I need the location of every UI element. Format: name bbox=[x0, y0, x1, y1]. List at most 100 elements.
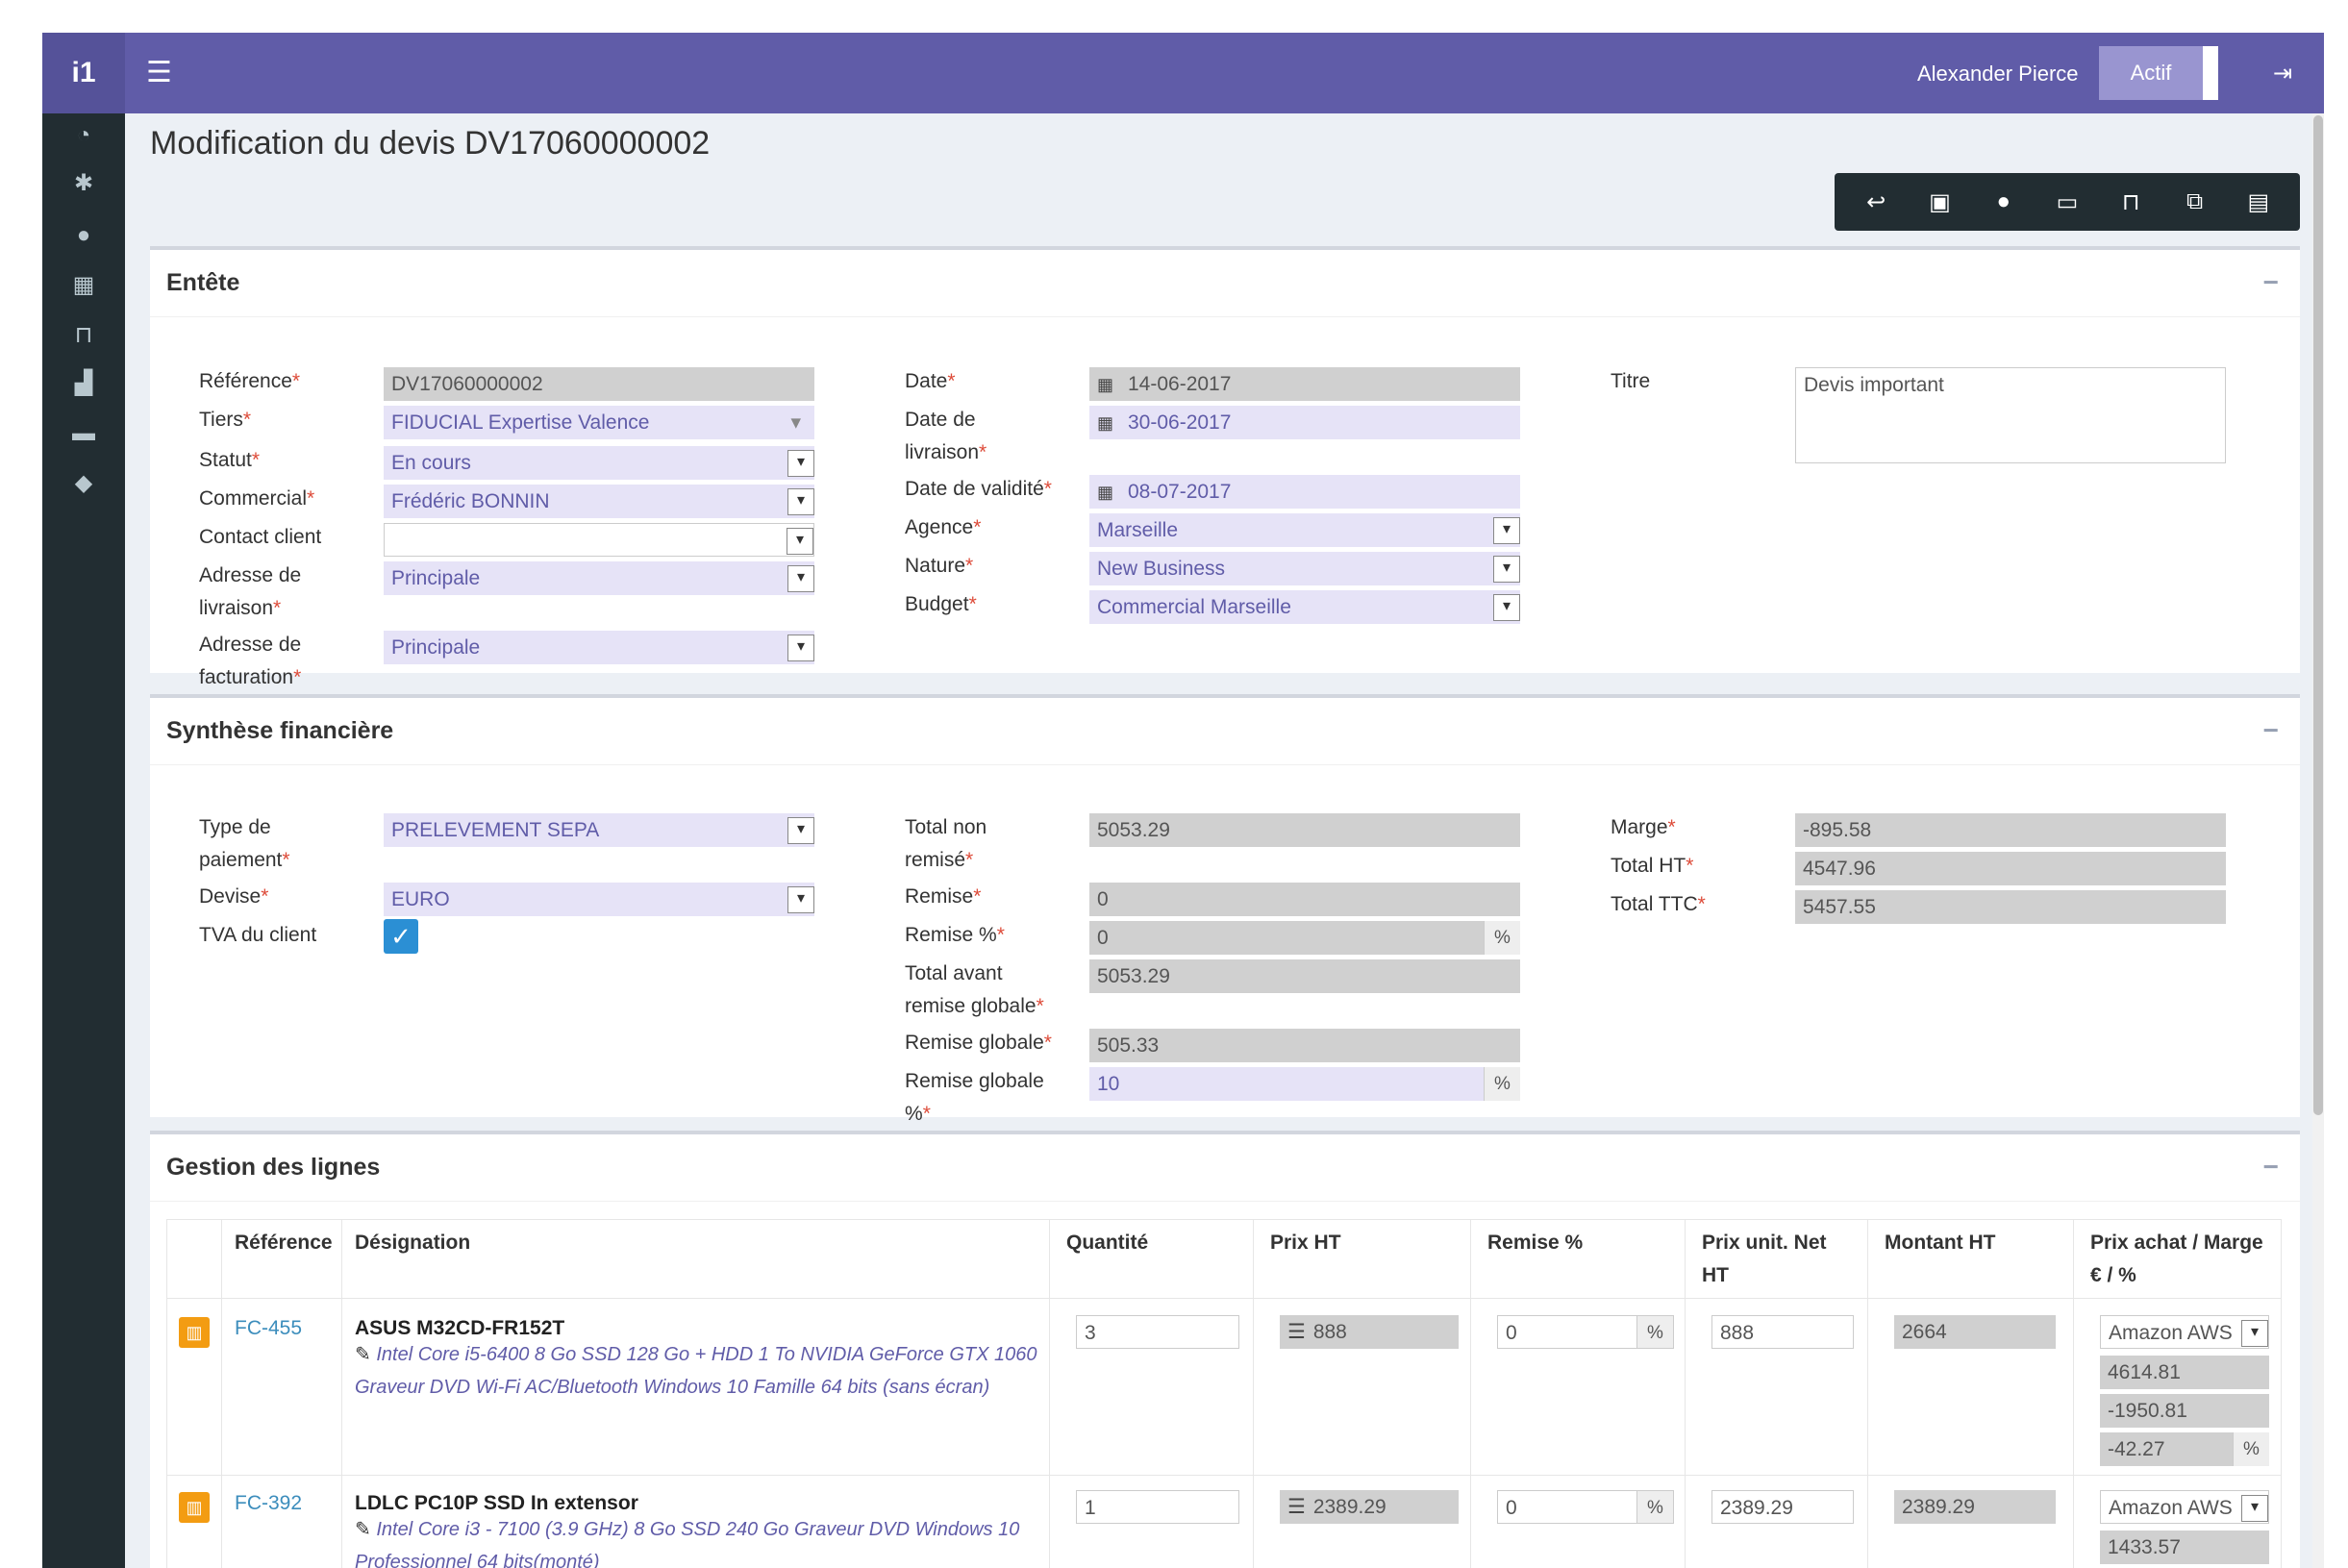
label-date-livraison: Date de livraison* bbox=[905, 409, 987, 463]
nature-select[interactable]: New Business bbox=[1089, 552, 1520, 585]
remise-input[interactable]: 0% bbox=[1497, 1490, 1674, 1524]
briefcase-icon[interactable]: ▣ bbox=[1920, 188, 1959, 216]
remise-input[interactable]: 0% bbox=[1497, 1315, 1674, 1349]
remise-field[interactable]: 0 bbox=[1089, 883, 1520, 916]
delete-row-icon[interactable]: ▥ bbox=[179, 1492, 210, 1523]
percent-addon: % bbox=[1636, 1491, 1673, 1523]
lignes-panel: Gestion des lignes − Référence Désignatio… bbox=[150, 1131, 2300, 1568]
total-ht-field[interactable]: 4547.96 bbox=[1795, 852, 2226, 885]
reference-field[interactable]: DV17060000002 bbox=[384, 367, 814, 401]
fournisseur-select[interactable]: Amazon AWS bbox=[2100, 1490, 2269, 1524]
label-remise-globale: Remise globale* bbox=[905, 1032, 1052, 1054]
prix-ht-field[interactable]: ☰ 2389.29 bbox=[1280, 1490, 1459, 1524]
row-description[interactable]: ✎ Intel Core i5-6400 8 Go SSD 128 Go + H… bbox=[355, 1338, 1037, 1404]
list-icon[interactable]: ☰ bbox=[1287, 1490, 1306, 1524]
label-contact: Contact client bbox=[199, 526, 322, 548]
comment-icon[interactable]: ● bbox=[1985, 188, 2023, 215]
date-validite-field[interactable]: ▦ 08-07-2017 bbox=[1089, 475, 1520, 509]
quantite-input[interactable]: 3 bbox=[1076, 1315, 1239, 1349]
user-icon[interactable]: ● bbox=[69, 221, 98, 250]
montant-field[interactable]: 2389.29 bbox=[1894, 1490, 2056, 1524]
prix-ht-field[interactable]: ☰ 888 bbox=[1280, 1315, 1459, 1349]
collapse-icon[interactable]: − bbox=[2263, 715, 2279, 746]
label-total-ttc: Total TTC* bbox=[1611, 893, 1706, 915]
adresse-facturation-select[interactable]: Principale bbox=[384, 631, 814, 664]
prix-net-input[interactable]: 888 bbox=[1711, 1315, 1854, 1349]
col-quantite[interactable]: Quantité bbox=[1066, 1227, 1148, 1259]
entete-title: Entête bbox=[166, 269, 240, 296]
logout-icon[interactable]: ⇥ bbox=[2273, 60, 2292, 87]
col-prix-ht[interactable]: Prix HT bbox=[1270, 1227, 1341, 1259]
user-name[interactable]: Alexander Pierce bbox=[1917, 62, 2079, 87]
marge-field[interactable]: -1950.81 bbox=[2100, 1394, 2269, 1428]
reply-icon[interactable]: ↩ bbox=[1857, 188, 1895, 216]
adresse-livraison-select[interactable]: Principale bbox=[384, 561, 814, 595]
tiers-select[interactable]: FIDUCIAL Expertise Valence ▾ bbox=[384, 406, 814, 439]
collapse-icon[interactable]: − bbox=[2263, 1152, 2279, 1182]
app-window: i1 ☰ Alexander Pierce Actif ⇥ ◔ ✱ ● ▦ ⊓ … bbox=[42, 33, 2324, 1568]
list-icon[interactable]: ☰ bbox=[1287, 1315, 1306, 1349]
calculator-icon[interactable]: ▦ bbox=[69, 271, 98, 300]
scrollbar-thumb[interactable] bbox=[2313, 115, 2323, 1115]
percent-addon: % bbox=[1636, 1316, 1673, 1348]
sidebar: ◔ ✱ ● ▦ ⊓ ▟ ▬ ◆ bbox=[42, 113, 125, 1568]
marge-pct-field[interactable]: -42.27% bbox=[2100, 1432, 2269, 1466]
edit-icon[interactable]: ✎ bbox=[355, 1344, 376, 1365]
prix-net-input[interactable]: 2389.29 bbox=[1711, 1490, 1854, 1524]
edit-icon[interactable]: ✎ bbox=[355, 1519, 376, 1540]
lignes-title: Gestion des lignes bbox=[166, 1154, 381, 1181]
titre-textarea[interactable]: Devis important bbox=[1795, 367, 2226, 463]
prix-achat-field[interactable]: 1433.57 bbox=[2100, 1531, 2269, 1564]
copy-icon[interactable]: ⧉ bbox=[2176, 188, 2214, 215]
remise-globale-pct-field[interactable]: 10% bbox=[1089, 1067, 1520, 1101]
entete-panel: Entête − Référence* DV17060000002 Tiers* … bbox=[150, 246, 2300, 688]
app-logo[interactable]: i1 bbox=[42, 33, 125, 113]
col-prix-net[interactable]: Prix unit. Net HT bbox=[1702, 1227, 1827, 1292]
tag-icon[interactable]: ◆ bbox=[69, 469, 98, 498]
col-achat-marge[interactable]: Prix achat / Marge € / % bbox=[2090, 1227, 2263, 1292]
col-designation[interactable]: Désignation bbox=[355, 1227, 470, 1259]
devise-select[interactable]: EURO bbox=[384, 883, 814, 916]
status-toggle-button[interactable]: Actif bbox=[2099, 46, 2218, 100]
row-reference-link[interactable]: FC-455 bbox=[235, 1317, 302, 1340]
money-icon[interactable]: ▭ bbox=[2048, 188, 2086, 216]
commercial-select[interactable]: Frédéric BONNIN bbox=[384, 485, 814, 518]
total-non-remise-field[interactable]: 5053.29 bbox=[1089, 813, 1520, 847]
budget-select[interactable]: Commercial Marseille bbox=[1089, 590, 1520, 624]
prix-achat-field[interactable]: 4614.81 bbox=[2100, 1356, 2269, 1389]
fournisseur-select[interactable]: Amazon AWS bbox=[2100, 1315, 2269, 1349]
cog-icon[interactable]: ✱ bbox=[69, 169, 98, 198]
date-field[interactable]: ▦ 14-06-2017 bbox=[1089, 367, 1520, 401]
delete-row-icon[interactable]: ▥ bbox=[179, 1317, 210, 1348]
marge-field[interactable]: -895.58 bbox=[1795, 813, 2226, 847]
briefcase-icon[interactable]: ▬ bbox=[69, 419, 98, 448]
col-reference[interactable]: Référence bbox=[235, 1227, 333, 1259]
type-paiement-select[interactable]: PRELEVEMENT SEPA bbox=[384, 813, 814, 847]
label-total-avant: Total avant remise globale* bbox=[905, 962, 1044, 1017]
statut-select[interactable]: En cours bbox=[384, 446, 814, 480]
row-reference-link[interactable]: FC-392 bbox=[235, 1492, 302, 1515]
save-icon[interactable]: ▤ bbox=[2239, 188, 2278, 216]
total-ttc-field[interactable]: 5457.55 bbox=[1795, 890, 2226, 924]
quantite-input[interactable]: 1 bbox=[1076, 1490, 1239, 1524]
remise-globale-field[interactable]: 505.33 bbox=[1089, 1029, 1520, 1062]
total-avant-field[interactable]: 5053.29 bbox=[1089, 959, 1520, 993]
label-remise: Remise* bbox=[905, 885, 982, 908]
calendar-icon: ▦ bbox=[1097, 375, 1114, 394]
menu-toggle-icon[interactable]: ☰ bbox=[146, 59, 172, 87]
col-montant[interactable]: Montant HT bbox=[1885, 1227, 1995, 1259]
contact-select[interactable] bbox=[384, 523, 814, 557]
agence-select[interactable]: Marseille bbox=[1089, 513, 1520, 547]
collapse-icon[interactable]: − bbox=[2263, 267, 2279, 298]
cart-icon[interactable]: ⊓ bbox=[69, 321, 98, 350]
row-product-name: ASUS M32CD-FR152T bbox=[355, 1317, 565, 1339]
cart-icon[interactable]: ⊓ bbox=[2111, 188, 2150, 216]
dashboard-icon[interactable]: ◔ bbox=[69, 121, 98, 150]
date-livraison-field[interactable]: ▦ 30-06-2017 bbox=[1089, 406, 1520, 439]
tva-checkbox[interactable]: ✓ bbox=[384, 919, 418, 954]
chart-icon[interactable]: ▟ bbox=[69, 369, 98, 398]
montant-field[interactable]: 2664 bbox=[1894, 1315, 2056, 1349]
row-description[interactable]: ✎ Intel Core i3 - 7100 (3.9 GHz) 8 Go SS… bbox=[355, 1513, 1019, 1568]
remise-pct-field[interactable]: 0% bbox=[1089, 921, 1520, 955]
col-remise[interactable]: Remise % bbox=[1487, 1227, 1583, 1259]
